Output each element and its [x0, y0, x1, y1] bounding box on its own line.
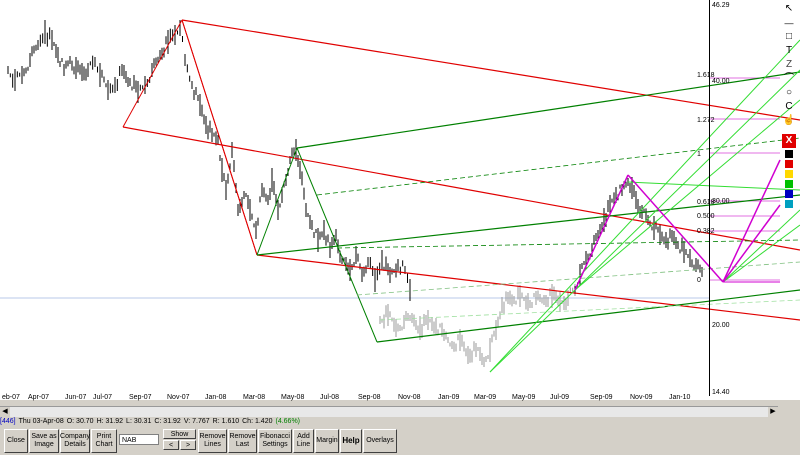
status-line: [446] Thu 03-Apr-08 O: 30.70 H: 31.92 L: 30.… [0, 417, 800, 427]
status-date: Thu 03-Apr-08 [18, 418, 64, 425]
status-change-pct: (4.66%) [275, 418, 300, 425]
x-tick-label: Sep-08 [358, 394, 381, 401]
delete-tool-icon[interactable]: X [782, 134, 796, 148]
remove-last-button[interactable]: Remove Last [228, 429, 257, 453]
light-green-pitchfork-dashed [379, 299, 800, 321]
fib-level-label: 0.500 [697, 213, 715, 220]
x-tick-label: Mar-08 [243, 394, 266, 401]
x-tick-label: Apr-07 [28, 394, 50, 401]
x-tick-label: Nov-08 [398, 394, 421, 401]
x-tick-label: Jan-08 [205, 394, 227, 401]
hand-tool-icon[interactable]: ☝ [782, 114, 796, 128]
x-tick-label: Jul-08 [320, 394, 340, 401]
color-swatch-cyan[interactable] [785, 200, 793, 208]
zigzag-tool-icon[interactable]: Z [782, 58, 796, 72]
color-swatch-green[interactable] [785, 180, 793, 188]
x-tick-label: May-09 [512, 394, 536, 401]
status-low: L: 30.31 [126, 418, 152, 425]
previous-button[interactable]: < [163, 440, 179, 450]
x-tick-label: Sep-09 [590, 394, 613, 401]
light-green-pitchfork-tine [489, 39, 800, 373]
red-pitchfork-upper-tine [181, 19, 800, 121]
color-swatch-black[interactable] [785, 150, 793, 158]
margin-button[interactable]: Margin [315, 429, 339, 453]
x-tick-label: Nov-09 [630, 394, 653, 401]
status-range: R: 1.610 [212, 418, 240, 425]
green-pitchfork-handle [296, 147, 378, 343]
horizontal-scrollbar[interactable]: ◀ ▶ [0, 406, 778, 417]
print-chart-button[interactable]: Print Chart [91, 429, 117, 453]
fib-level-label: 1 [697, 151, 701, 158]
help-button[interactable]: Help [340, 429, 362, 453]
box-tool-icon[interactable]: □ [782, 30, 796, 44]
add-line-button[interactable]: Add Line [293, 429, 314, 453]
fib-level-label: 0 [697, 277, 701, 284]
save-as-image-button[interactable]: Save as Image [29, 429, 59, 453]
x-tick-label: Nov-07 [167, 394, 190, 401]
close-button[interactable]: Close [4, 429, 28, 453]
status-volume: V: 7.767 [183, 418, 210, 425]
show-button[interactable]: Show [163, 429, 196, 439]
remove-lines-button[interactable]: Remove Lines [198, 429, 227, 453]
color-swatch-blue[interactable] [785, 190, 793, 198]
pointer-tool-icon[interactable]: ↖ [782, 2, 796, 16]
price-chart[interactable]: 46.29 40.00 30.00 20.00 14.40 1.618 1.27… [0, 0, 800, 401]
fib-level-label: 0.382 [697, 228, 715, 235]
bottom-toolbar: Close Save as Image Company Details Prin… [0, 427, 800, 455]
x-tick-label: Jun-07 [65, 394, 87, 401]
scroll-right-icon[interactable]: ▶ [768, 407, 778, 417]
light-green-pitchfork-tine [574, 99, 800, 291]
red-pitchfork-leg [181, 19, 258, 256]
x-tick-label: Jan-09 [438, 394, 460, 401]
x-tick-label: eb-07 [2, 394, 20, 401]
status-high: H: 31.92 [96, 418, 124, 425]
ellipse-tool-icon[interactable]: C [782, 100, 796, 114]
x-tick-label: May-08 [281, 394, 305, 401]
color-swatch-yellow[interactable] [785, 170, 793, 178]
light-green-pitchfork-tine [722, 224, 800, 283]
magenta-swing-line [722, 159, 781, 283]
status-open: O: 30.70 [66, 418, 94, 425]
fib-level-label: 1.272 [697, 117, 715, 124]
status-close: C: 31.92 [154, 418, 181, 425]
overlays-button[interactable]: Overlays [363, 429, 397, 453]
stock-code-input[interactable]: NAB [119, 434, 159, 445]
chart-canvas[interactable] [0, 0, 800, 400]
y-tick-label: 14.40 [712, 389, 730, 396]
circle-tool-icon[interactable]: ○ [782, 86, 796, 100]
horizontal-line-tool-icon[interactable]: — [782, 16, 796, 30]
magenta-swing-line [722, 204, 781, 283]
color-swatch-red[interactable] [785, 160, 793, 168]
red-pitchfork-handle [122, 19, 183, 128]
light-green-pitchfork-tine [627, 181, 800, 191]
x-tick-label: Jan-10 [669, 394, 691, 401]
scroll-left-icon[interactable]: ◀ [0, 407, 10, 417]
green-pitchfork-dashed [336, 239, 800, 249]
next-button[interactable]: > [180, 440, 196, 450]
x-tick-label: Jul-07 [93, 394, 113, 401]
y-axis-line [709, 0, 710, 396]
x-tick-label: Mar-09 [474, 394, 497, 401]
fibonacci-settings-button[interactable]: Fibonacci Settings [258, 429, 292, 453]
x-tick-label: Jul-09 [550, 394, 570, 401]
arc-tool-icon[interactable]: ⌒ [782, 72, 796, 86]
x-tick-label: Sep-07 [129, 394, 152, 401]
fib-level-label: 0.618 [697, 199, 715, 206]
status-record-id: [446] [0, 418, 16, 425]
text-tool-icon[interactable]: T [782, 44, 796, 58]
green-pitchfork-handle [256, 147, 298, 256]
company-details-button[interactable]: Company Details [60, 429, 90, 453]
light-green-pitchfork-tine [722, 209, 800, 283]
y-tick-label: 20.00 [712, 322, 730, 329]
fib-level-label: 1.618 [697, 72, 715, 79]
status-change: Ch: 1.420 [242, 418, 273, 425]
y-tick-label: 40.00 [712, 78, 730, 85]
y-tick-label: 46.29 [712, 2, 730, 9]
